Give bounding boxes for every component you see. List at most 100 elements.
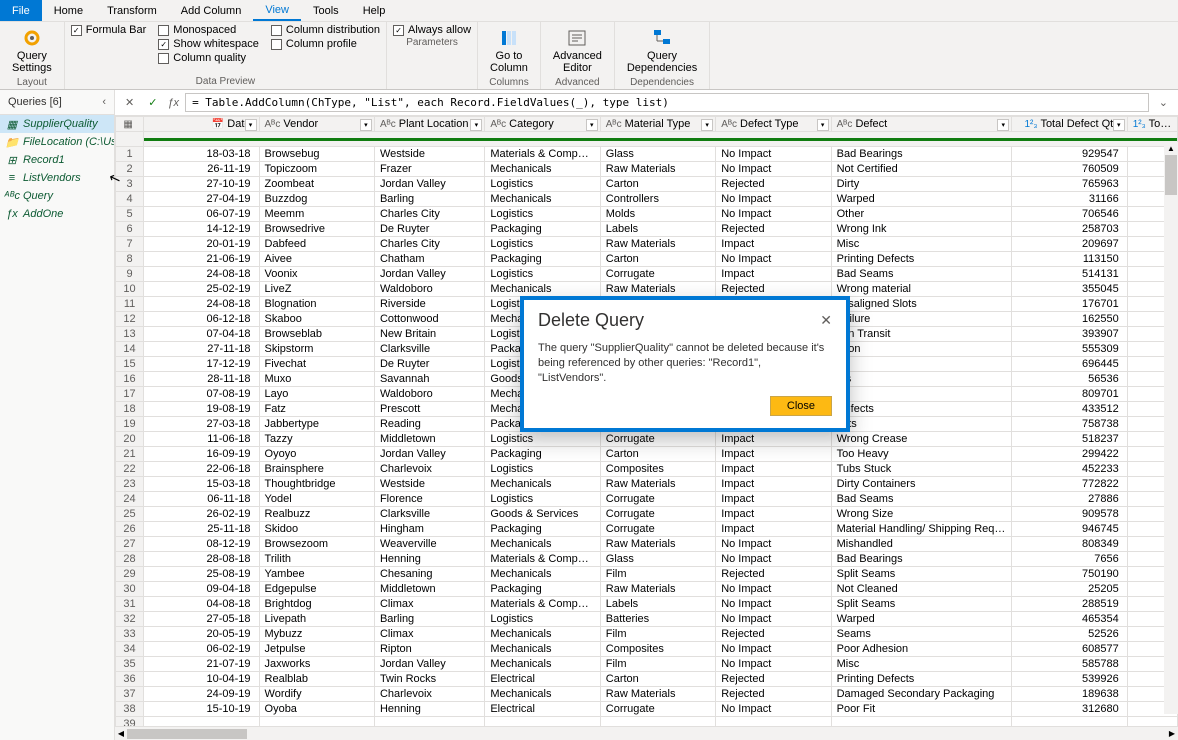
cell-defect[interactable]: Wrong Crease <box>831 432 1012 447</box>
cell-vendor[interactable]: Voonix <box>259 267 374 282</box>
cell-date[interactable]: 25-02-19 <box>144 282 259 297</box>
fx-icon[interactable]: ƒx <box>167 97 179 109</box>
col-header-category[interactable]: AᴮcCategory▾ <box>485 117 600 132</box>
cell-plant[interactable]: Riverside <box>374 297 484 312</box>
cell-qty[interactable]: 312680 <box>1012 702 1127 717</box>
filter-dropdown[interactable]: ▾ <box>586 119 598 131</box>
cell-category[interactable]: Goods & Services <box>485 507 600 522</box>
cell-defect[interactable]: Other <box>831 207 1012 222</box>
cell-material[interactable]: Raw Materials <box>600 477 715 492</box>
cell-defect[interactable]: Not Certified <box>831 162 1012 177</box>
table-row[interactable]: 31 04-08-18 Brightdog Climax Materials &… <box>116 597 1178 612</box>
cell-date[interactable]: 21-07-19 <box>144 657 259 672</box>
table-row[interactable]: 2 26-11-19 Topiczoom Frazer Mechanicals … <box>116 162 1178 177</box>
cell-category[interactable]: Logistics <box>485 237 600 252</box>
cell-defect[interactable]: Bad Bearings <box>831 552 1012 567</box>
cell-qty[interactable]: 258703 <box>1012 222 1127 237</box>
cell-defect[interactable]: Defects <box>831 402 1012 417</box>
table-row[interactable]: 32 27-05-18 Livepath Barling Logistics B… <box>116 612 1178 627</box>
col-header-plant[interactable]: AᴮcPlant Location▾ <box>374 117 484 132</box>
cell-category[interactable]: Logistics <box>485 207 600 222</box>
cell-plant[interactable]: Westside <box>374 477 484 492</box>
cell-qty[interactable]: 452233 <box>1012 462 1127 477</box>
cell-vendor[interactable]: Buzzdog <box>259 192 374 207</box>
cell-defecttype[interactable]: No Impact <box>716 537 831 552</box>
cell-defect[interactable]: Warped <box>831 192 1012 207</box>
cell-defecttype[interactable]: Impact <box>716 267 831 282</box>
cell-material[interactable]: Glass <box>600 552 715 567</box>
cell-plant[interactable]: Twin Rocks <box>374 672 484 687</box>
cell-qty[interactable]: 209697 <box>1012 237 1127 252</box>
cell-plant[interactable]: Waldoboro <box>374 282 484 297</box>
col-header-material[interactable]: AᴮcMaterial Type▾ <box>600 117 715 132</box>
cell-defect[interactable]: Mishandled <box>831 537 1012 552</box>
cell-qty[interactable]: 608577 <box>1012 642 1127 657</box>
cell-material[interactable]: Raw Materials <box>600 687 715 702</box>
cell-category[interactable]: Materials & Components <box>485 552 600 567</box>
column-distribution-checkbox[interactable]: Column distribution <box>271 24 380 36</box>
always-allow-checkbox[interactable]: ✓Always allow <box>393 24 471 36</box>
cell-plant[interactable]: Henning <box>374 702 484 717</box>
cell-vendor[interactable]: Brainsphere <box>259 462 374 477</box>
table-row[interactable]: 9 24-08-18 Voonix Jordan Valley Logistic… <box>116 267 1178 282</box>
query-item[interactable]: ᴬᴮcQuery <box>0 187 114 205</box>
cell-qty[interactable]: 25205 <box>1012 582 1127 597</box>
cell-qty[interactable]: 946745 <box>1012 522 1127 537</box>
cell-defecttype[interactable]: No Impact <box>716 192 831 207</box>
cell-vendor[interactable]: Realblab <box>259 672 374 687</box>
cell-defect[interactable] <box>831 717 1012 727</box>
filter-dropdown[interactable]: ▾ <box>817 119 829 131</box>
cell-category[interactable]: Mechanicals <box>485 162 600 177</box>
cell-vendor[interactable]: Edgepulse <box>259 582 374 597</box>
cell-category[interactable]: Electrical <box>485 672 600 687</box>
cell-defect[interactable]: ck <box>831 357 1012 372</box>
cell-vendor[interactable]: Browseblab <box>259 327 374 342</box>
cell-vendor[interactable]: Realbuzz <box>259 507 374 522</box>
cell-defect[interactable]: Dirty <box>831 177 1012 192</box>
cell-qty[interactable]: 555309 <box>1012 342 1127 357</box>
cell-qty[interactable]: 52526 <box>1012 627 1127 642</box>
cell-material[interactable]: Glass <box>600 147 715 162</box>
cell-material[interactable]: Carton <box>600 177 715 192</box>
cell-defect[interactable]: Bad Seams <box>831 267 1012 282</box>
cell-defecttype[interactable]: No Impact <box>716 582 831 597</box>
cell-date[interactable]: 09-04-18 <box>144 582 259 597</box>
cell-plant[interactable]: Chatham <box>374 252 484 267</box>
cell-vendor[interactable]: Tazzy <box>259 432 374 447</box>
cell-plant[interactable]: Hingham <box>374 522 484 537</box>
cell-defect[interactable]: ects <box>831 417 1012 432</box>
table-row[interactable]: 20 11-06-18 Tazzy Middletown Logistics C… <box>116 432 1178 447</box>
cell-defecttype[interactable]: No Impact <box>716 597 831 612</box>
cell-plant[interactable]: Middletown <box>374 582 484 597</box>
cell-qty[interactable]: 765963 <box>1012 177 1127 192</box>
cell-defect[interactable] <box>831 387 1012 402</box>
cell-date[interactable]: 19-08-19 <box>144 402 259 417</box>
cell-plant[interactable]: Jordan Valley <box>374 267 484 282</box>
cell-category[interactable]: Mechanicals <box>485 567 600 582</box>
scroll-up-arrow[interactable]: ▲ <box>1164 142 1178 154</box>
cell-downtime[interactable] <box>1127 717 1177 727</box>
cell-vendor[interactable]: Browsezoom <box>259 537 374 552</box>
cell-plant[interactable]: De Ruyter <box>374 357 484 372</box>
scroll-thumb[interactable] <box>1165 155 1177 195</box>
cell-date[interactable]: 27-04-19 <box>144 192 259 207</box>
table-row[interactable]: 30 09-04-18 Edgepulse Middletown Packagi… <box>116 582 1178 597</box>
table-row[interactable]: 5 06-07-19 Meemm Charles City Logistics … <box>116 207 1178 222</box>
cell-category[interactable]: Packaging <box>485 252 600 267</box>
cell-date[interactable]: 08-12-19 <box>144 537 259 552</box>
cell-category[interactable]: Electrical <box>485 702 600 717</box>
cell-plant[interactable]: Middletown <box>374 432 484 447</box>
cell-defect[interactable]: ms <box>831 372 1012 387</box>
cell-vendor[interactable]: Jabbertype <box>259 417 374 432</box>
horizontal-scrollbar[interactable]: ◀ ▶ <box>115 726 1178 740</box>
close-button[interactable]: Close <box>770 396 832 416</box>
cell-defecttype[interactable]: No Impact <box>716 252 831 267</box>
hscroll-thumb[interactable] <box>127 729 247 739</box>
cell-plant[interactable]: Savannah <box>374 372 484 387</box>
cell-defect[interactable]: Poor Adhesion <box>831 642 1012 657</box>
cell-date[interactable]: 24-09-19 <box>144 687 259 702</box>
cell-category[interactable]: Packaging <box>485 582 600 597</box>
cell-qty[interactable]: 56536 <box>1012 372 1127 387</box>
cell-defect[interactable]: Bad Seams <box>831 492 1012 507</box>
table-row[interactable]: 6 14-12-19 Browsedrive De Ruyter Packagi… <box>116 222 1178 237</box>
